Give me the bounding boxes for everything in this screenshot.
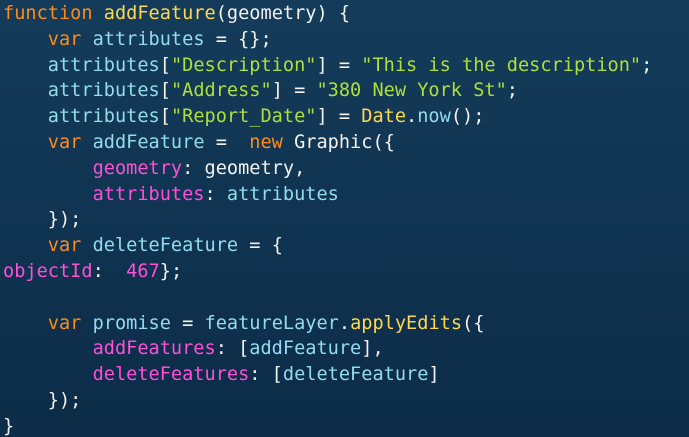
code-token-punctuation: });	[3, 209, 82, 231]
code-token-punctuation	[3, 313, 48, 334]
code-line: var attributes = {};	[3, 27, 652, 53]
code-token-property: objectId	[3, 260, 93, 282]
code-token-punctuation: ;	[506, 80, 518, 102]
code-line: objectId: 467};	[3, 259, 652, 285]
code-token-identifier: addFeature	[249, 338, 362, 360]
code-token-punctuation	[3, 184, 93, 205]
code-token-punctuation	[3, 55, 48, 76]
code-token-keyword: function	[3, 3, 93, 24]
code-token-string: "Report_Date"	[170, 106, 317, 128]
code-token-punctuation	[3, 158, 93, 179]
code-token-punctuation: ] =	[271, 80, 317, 102]
code-token-keyword: var	[47, 235, 82, 257]
code-token-keyword: new	[249, 131, 283, 153]
code-line: attributes["Report_Date"] = Date.now();	[3, 104, 652, 130]
code-token-punctuation: : [	[249, 364, 283, 386]
code-token-identifier: attributes	[47, 80, 160, 102]
code-token-identifier: attributes	[226, 183, 339, 205]
code-token-builtin_class: Date	[361, 106, 407, 128]
code-line: });	[3, 207, 652, 233]
code-token-punctuation: ;	[641, 54, 653, 76]
code-token-punctuation: ({	[462, 312, 485, 334]
code-line: attributes["Description"] = "This is the…	[3, 53, 653, 79]
code-token-keyword: var	[47, 28, 82, 50]
code-token-punctuation	[3, 80, 48, 101]
code-token-punctuation: = {};	[204, 28, 272, 50]
code-token-punctuation	[3, 29, 48, 50]
code-token-punctuation: : geometry,	[182, 157, 306, 179]
code-token-identifier: promise	[81, 312, 171, 334]
code-token-punctuation	[3, 106, 48, 127]
code-token-punctuation: ();	[450, 106, 485, 128]
code-token-punctuation	[3, 287, 14, 308]
code-token-string: "Description"	[170, 54, 317, 76]
code-token-punctuation: .	[338, 312, 351, 334]
code-token-punctuation: =	[170, 312, 205, 334]
code-token-identifier: addFeature	[81, 131, 205, 153]
code-token-punctuation: [	[159, 80, 171, 102]
code-token-punctuation: ],	[361, 338, 384, 360]
code-token-string: "This is the description"	[361, 54, 642, 76]
code-token-number: 467	[126, 260, 160, 282]
code-token-punctuation: Graphic({	[282, 131, 395, 153]
code-token-keyword: var	[47, 131, 82, 153]
code-token-punctuation: :	[204, 183, 227, 205]
code-line: var addFeature = new Graphic({	[3, 130, 652, 156]
code-token-punctuation: ] =	[316, 54, 362, 76]
code-line: geometry: geometry,	[3, 156, 652, 182]
code-line: attributes["Address"] = "380 New York St…	[3, 78, 652, 104]
code-token-punctuation: : [	[215, 338, 250, 360]
code-token-punctuation: [	[159, 54, 171, 76]
code-token-punctuation: [	[159, 106, 171, 128]
code-token-punctuation: .	[406, 106, 418, 128]
code-line: var deleteFeature = {	[3, 233, 652, 259]
code-token-punctuation	[3, 338, 93, 359]
code-token-punctuation: = {	[238, 235, 283, 257]
code-line: attributes: attributes	[3, 182, 652, 208]
code-token-identifier: featureLayer	[204, 312, 339, 334]
code-line: deleteFeatures: [deleteFeature]	[3, 362, 652, 388]
code-line: });	[3, 388, 652, 414]
code-token-property: geometry	[92, 157, 183, 179]
code-token-punctuation: });	[3, 389, 82, 411]
code-token-punctuation: :	[92, 260, 127, 282]
code-token-function: addFeature	[103, 3, 216, 24]
code-token-identifier: deleteFeature	[81, 235, 239, 257]
code-token-string: "380 New York St"	[316, 80, 507, 102]
code-token-identifier: attributes	[81, 28, 205, 50]
code-token-punctuation	[3, 364, 93, 385]
code-token-punctuation: ]	[428, 364, 440, 386]
code-line: function addFeature(geometry) {	[3, 1, 652, 27]
code-token-punctuation	[93, 3, 104, 24]
code-token-method: now	[417, 106, 451, 128]
code-token-punctuation: (geometry) {	[215, 3, 351, 24]
code-line	[3, 285, 652, 311]
code-token-identifier: attributes	[47, 54, 160, 76]
code-token-punctuation: }	[3, 415, 15, 437]
code-token-punctuation	[3, 132, 48, 153]
code-token-identifier: attributes	[47, 106, 160, 128]
code-line: var promise = featureLayer.applyEdits({	[3, 311, 652, 337]
code-token-property: attributes	[92, 183, 205, 205]
code-token-string: "Address"	[170, 80, 272, 102]
code-token-property: addFeatures	[92, 338, 216, 360]
code-token-punctuation	[3, 235, 48, 256]
code-token-property: deleteFeatures	[92, 364, 250, 386]
code-token-identifier: deleteFeature	[282, 364, 429, 386]
code-token-function: applyEdits	[350, 312, 463, 334]
code-line: addFeatures: [addFeature],	[3, 336, 652, 362]
code-editor: function addFeature(geometry) { var attr…	[0, 0, 689, 437]
code-line: }	[3, 414, 652, 437]
code-token-punctuation: =	[204, 131, 250, 153]
code-token-keyword: var	[47, 312, 82, 334]
code-lines: function addFeature(geometry) { var attr…	[3, 1, 652, 437]
code-token-punctuation: };	[159, 260, 183, 282]
code-token-punctuation: ] =	[316, 106, 362, 128]
